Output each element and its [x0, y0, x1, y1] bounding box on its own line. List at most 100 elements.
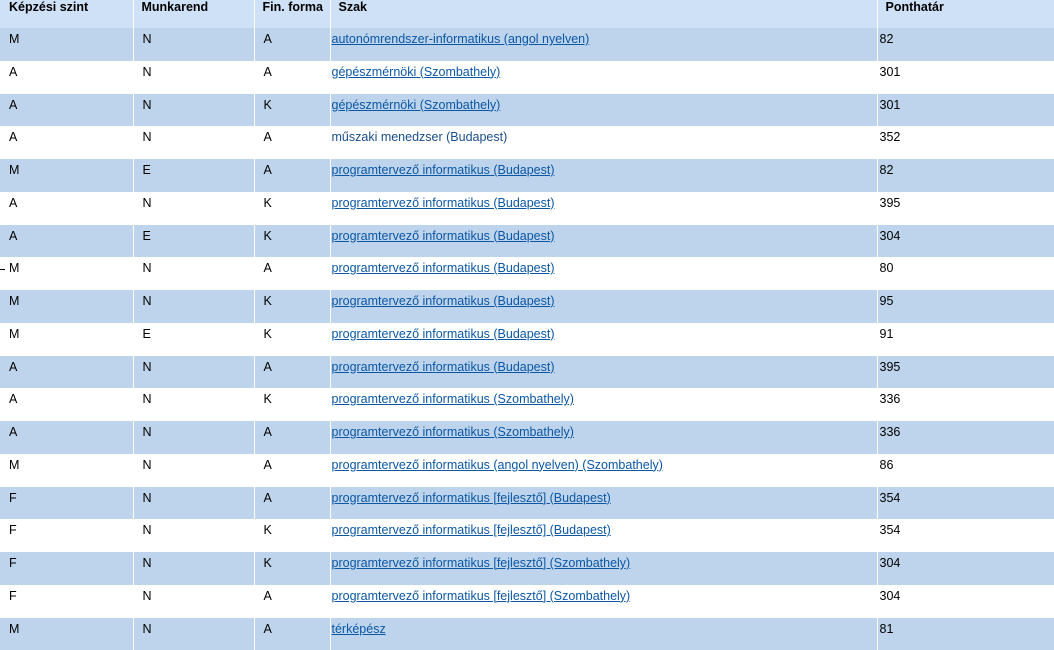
cell-ponthatar: 82 [877, 28, 1054, 61]
cell-szak: programtervező informatikus (Budapest) [330, 225, 877, 258]
header-row: Képzési szint Munkarend Fin. forma Szak … [0, 0, 1054, 28]
szak-link[interactable]: programtervező informatikus (angol nyelv… [332, 458, 663, 472]
cell-fin-forma: K [254, 290, 330, 323]
cell-kepzesi-szint: M [0, 618, 133, 650]
szak-link[interactable]: térképész [332, 622, 386, 636]
cell-munkarend: N [133, 126, 254, 159]
table-row: ANAprogramtervező informatikus (Szombath… [0, 421, 1054, 454]
kepzesi-szint-value: M [9, 261, 19, 275]
cell-ponthatar: 95 [877, 290, 1054, 323]
cell-fin-forma: K [254, 388, 330, 421]
header-szak[interactable]: Szak [330, 0, 877, 28]
header-munkarend[interactable]: Munkarend [133, 0, 254, 28]
szak-link[interactable]: programtervező informatikus (Budapest) [332, 196, 555, 210]
szak-link[interactable]: programtervező informatikus [fejlesztő] … [332, 491, 611, 505]
header-fin-forma[interactable]: Fin. forma [254, 0, 330, 28]
cell-ponthatar: 352 [877, 126, 1054, 159]
kepzesi-szint-value: A [9, 229, 17, 243]
szak-link[interactable]: programtervező informatikus (Budapest) [332, 294, 555, 308]
cell-fin-forma: K [254, 225, 330, 258]
cell-kepzesi-szint: M [0, 323, 133, 356]
szak-link[interactable]: programtervező informatikus [fejlesztő] … [332, 589, 631, 603]
cell-kepzesi-szint: M [0, 454, 133, 487]
table-row: FNKprogramtervező informatikus [fejleszt… [0, 552, 1054, 585]
cell-kepzesi-szint: A [0, 356, 133, 389]
szak-link[interactable]: programtervező informatikus (Budapest) [332, 163, 555, 177]
cell-fin-forma: A [254, 585, 330, 618]
cell-fin-forma: K [254, 519, 330, 552]
header-kepzesi-szint[interactable]: Képzési szint [0, 0, 133, 28]
table-row: M NAprogramtervező informatikus (Budapest… [0, 257, 1054, 290]
cell-szak: autonómrendszer-informatikus (angol nyel… [330, 28, 877, 61]
cell-munkarend: N [133, 454, 254, 487]
cell-fin-forma: A [254, 618, 330, 650]
table-body: MNAautonómrendszer-informatikus (angol n… [0, 28, 1054, 650]
table-row: ANAprogramtervező informatikus (Budapest… [0, 356, 1054, 389]
szak-link[interactable]: gépészmérnöki (Szombathely) [332, 98, 501, 112]
cell-fin-forma: A [254, 257, 330, 290]
table-row: M NKprogramtervező informatikus (Budapest… [0, 290, 1054, 323]
szak-link[interactable]: autonómrendszer-informatikus (angol nyel… [332, 32, 590, 46]
cell-munkarend: E [133, 323, 254, 356]
table-row: ANKprogramtervező informatikus (Szombath… [0, 388, 1054, 421]
table-row: MNAprogramtervező informatikus (angol ny… [0, 454, 1054, 487]
kepzesi-szint-value: M [9, 622, 19, 636]
table-row: MEKprogramtervező informatikus (Budapest… [0, 323, 1054, 356]
kepzesi-szint-value: M [9, 458, 19, 472]
cell-munkarend: N [133, 257, 254, 290]
cell-fin-forma: A [254, 159, 330, 192]
cell-ponthatar: 395 [877, 192, 1054, 225]
szak-link[interactable]: programtervező informatikus (Budapest) [332, 229, 555, 243]
szak-link[interactable]: programtervező informatikus (Budapest) [332, 327, 555, 341]
cell-szak: programtervező informatikus (Budapest) [330, 290, 877, 323]
cell-fin-forma: A [254, 487, 330, 520]
cell-kepzesi-szint: A [0, 126, 133, 159]
cell-fin-forma: K [254, 94, 330, 127]
cell-szak: programtervező informatikus (Budapest) [330, 159, 877, 192]
table-row: AEKprogramtervező informatikus (Budapest… [0, 225, 1054, 258]
cell-fin-forma: A [254, 61, 330, 94]
cell-fin-forma: A [254, 421, 330, 454]
cell-fin-forma: K [254, 192, 330, 225]
cell-kepzesi-szint: M [0, 28, 133, 61]
szak-link[interactable]: programtervező informatikus (Szombathely… [332, 392, 574, 406]
kepzesi-szint-value: A [9, 196, 17, 210]
cell-ponthatar: 336 [877, 388, 1054, 421]
kepzesi-szint-value: F [9, 556, 17, 570]
cell-kepzesi-szint: A [0, 61, 133, 94]
cell-fin-forma: A [254, 28, 330, 61]
table-row: MNAtérképész81 [0, 618, 1054, 650]
szak-link[interactable]: programtervező informatikus (Budapest) [332, 360, 555, 374]
table-row: FNKprogramtervező informatikus [fejleszt… [0, 519, 1054, 552]
kepzesi-szint-value: A [9, 130, 17, 144]
cell-munkarend: N [133, 290, 254, 323]
cell-munkarend: N [133, 421, 254, 454]
kepzesi-szint-value: M [9, 327, 19, 341]
cell-szak: programtervező informatikus (angol nyelv… [330, 454, 877, 487]
szak-link[interactable]: programtervező informatikus (Budapest) [332, 261, 555, 275]
szak-link[interactable]: programtervező informatikus (Szombathely… [332, 425, 574, 439]
kepzesi-szint-value: M [9, 163, 19, 177]
cell-kepzesi-szint: M [0, 159, 133, 192]
cell-kepzesi-szint: A [0, 192, 133, 225]
cell-kepzesi-szint: A [0, 388, 133, 421]
cell-szak: programtervező informatikus (Szombathely… [330, 388, 877, 421]
szak-link[interactable]: programtervező informatikus [fejlesztő] … [332, 556, 631, 570]
cell-ponthatar: 336 [877, 421, 1054, 454]
table-row: MNAautonómrendszer-informatikus (angol n… [0, 28, 1054, 61]
kepzesi-szint-value: F [9, 523, 17, 537]
cell-munkarend: N [133, 61, 254, 94]
header-ponthatar[interactable]: Ponthatár [877, 0, 1054, 28]
kepzesi-szint-value: A [9, 65, 17, 79]
cell-szak: programtervező informatikus [fejlesztő] … [330, 552, 877, 585]
table-row: ANAgépészmérnöki (Szombathely)301 [0, 61, 1054, 94]
cell-szak: programtervező informatikus (Szombathely… [330, 421, 877, 454]
szak-link[interactable]: gépészmérnöki (Szombathely) [332, 65, 501, 79]
table-row: MEAprogramtervező informatikus (Budapest… [0, 159, 1054, 192]
kepzesi-szint-value: M [9, 294, 19, 308]
table-row: ANKgépészmérnöki (Szombathely)301 [0, 94, 1054, 127]
cell-szak: térképész [330, 618, 877, 650]
szak-link[interactable]: programtervező informatikus [fejlesztő] … [332, 523, 611, 537]
cell-ponthatar: 304 [877, 585, 1054, 618]
cell-munkarend: N [133, 552, 254, 585]
